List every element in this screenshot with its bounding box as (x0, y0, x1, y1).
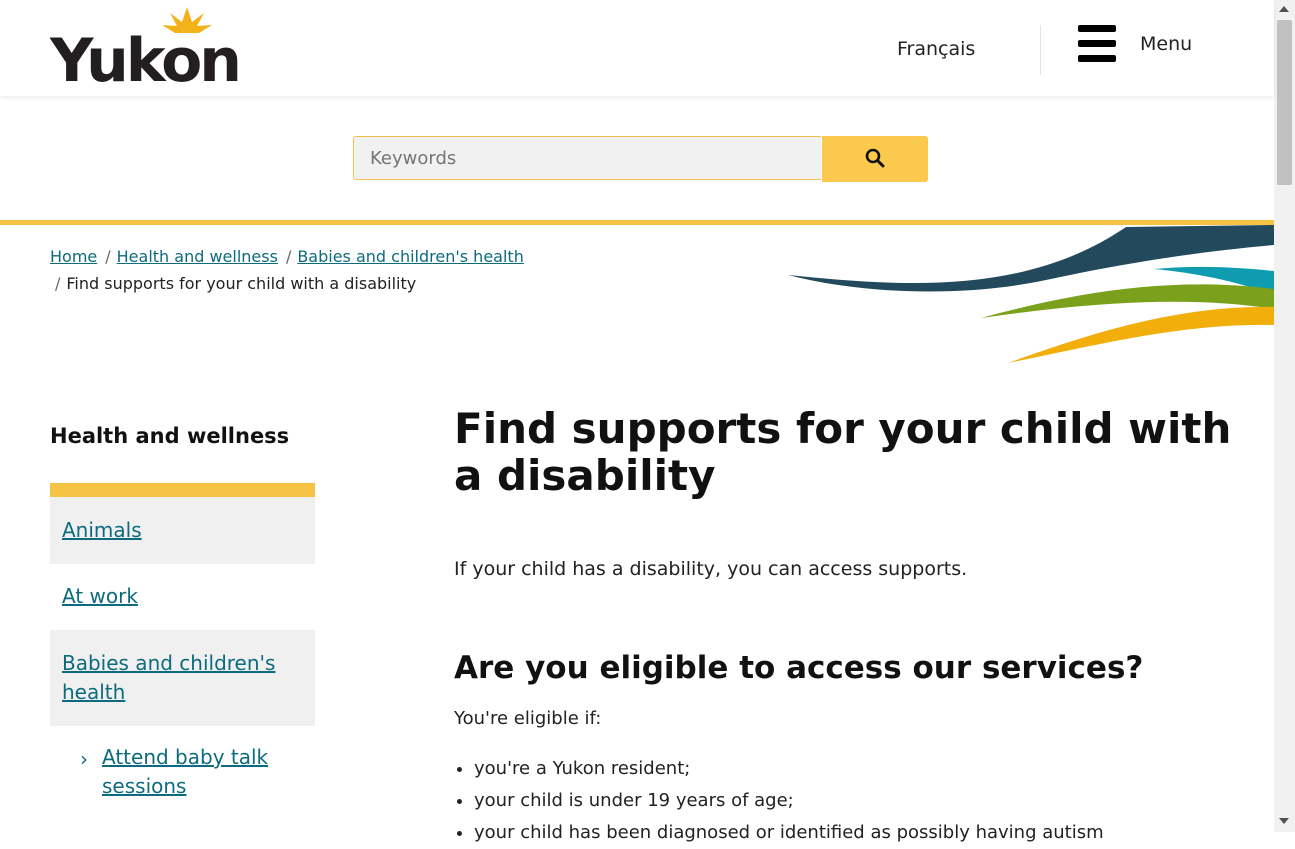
logo-image: Yukon (49, 7, 242, 96)
section-heading: Are you eligible to access our services? (454, 650, 1144, 686)
sidebar-link-baby-talk[interactable]: Attend baby talk sessions (102, 745, 268, 798)
scroll-up-arrow-icon[interactable] (1279, 6, 1289, 12)
breadcrumb-babies-link[interactable]: Babies and children's health (297, 247, 524, 266)
search-band (0, 96, 1274, 220)
eligibility-list: you're a Yukon resident; your child is u… (454, 753, 1104, 849)
chevron-right-icon: › (80, 747, 88, 771)
language-toggle-link[interactable]: Français (897, 38, 975, 60)
sidebar-link-at-work[interactable]: At work (62, 584, 138, 608)
search-icon (865, 148, 885, 168)
vertical-scrollbar[interactable] (1274, 0, 1295, 832)
wave-gold (1008, 306, 1274, 363)
menu-label: Menu (1140, 33, 1193, 55)
breadcrumb-separator: / (105, 247, 111, 266)
sidebar-subitem-baby-talk: › Attend baby talk sessions (50, 726, 315, 820)
breadcrumb-separator: / (55, 274, 61, 293)
eligibility-intro: You're eligible if: (454, 708, 602, 729)
breadcrumb-separator: / (285, 247, 292, 266)
breadcrumb-current-row: / Find supports for your child with a dis… (55, 272, 416, 296)
menu-button[interactable]: Menu (1078, 24, 1208, 66)
decorative-waves (788, 225, 1274, 363)
site-header: Yukon Français Menu (0, 0, 1274, 96)
sidebar-nav: Animals At work Babies and children's he… (50, 483, 315, 820)
yukon-logo[interactable]: Yukon (49, 5, 250, 96)
page-title: Find supports for your child with a disa… (454, 404, 1232, 500)
breadcrumb: Home / Health and wellness / Babies and chil… (50, 240, 610, 273)
main-content: Find supports for your child with a disa… (454, 404, 1234, 843)
hamburger-icon (1078, 24, 1116, 64)
list-item: you're a Yukon resident; (474, 753, 1104, 785)
list-item: your child is under 19 years of age; (474, 785, 1104, 817)
wave-navy (788, 225, 1274, 292)
scrollbar-thumb[interactable] (1277, 20, 1292, 185)
breadcrumb-home-link[interactable]: Home (50, 247, 97, 266)
scroll-down-arrow-icon[interactable] (1279, 818, 1289, 824)
breadcrumb-current: Find supports for your child with a disa… (66, 274, 417, 293)
search-input[interactable] (353, 136, 821, 180)
intro-paragraph: If your child has a disability, you can … (454, 558, 968, 580)
sidebar-title: Health and wellness (50, 424, 290, 448)
list-item: your child has been diagnosed or identif… (474, 817, 1104, 849)
sidebar-item-animals: Animals (50, 497, 315, 564)
sidebar-accent-bar (50, 483, 315, 497)
search-button[interactable] (822, 136, 928, 182)
sidebar-link-animals[interactable]: Animals (62, 518, 142, 542)
header-divider (1040, 25, 1041, 75)
svg-text:Yukon: Yukon (50, 26, 239, 85)
sidebar-link-babies[interactable]: Babies and children's health (62, 651, 275, 704)
sidebar-item-at-work: At work (50, 564, 315, 630)
breadcrumb-health-link[interactable]: Health and wellness (117, 247, 278, 266)
sidebar-item-babies: Babies and children's health (50, 630, 315, 726)
